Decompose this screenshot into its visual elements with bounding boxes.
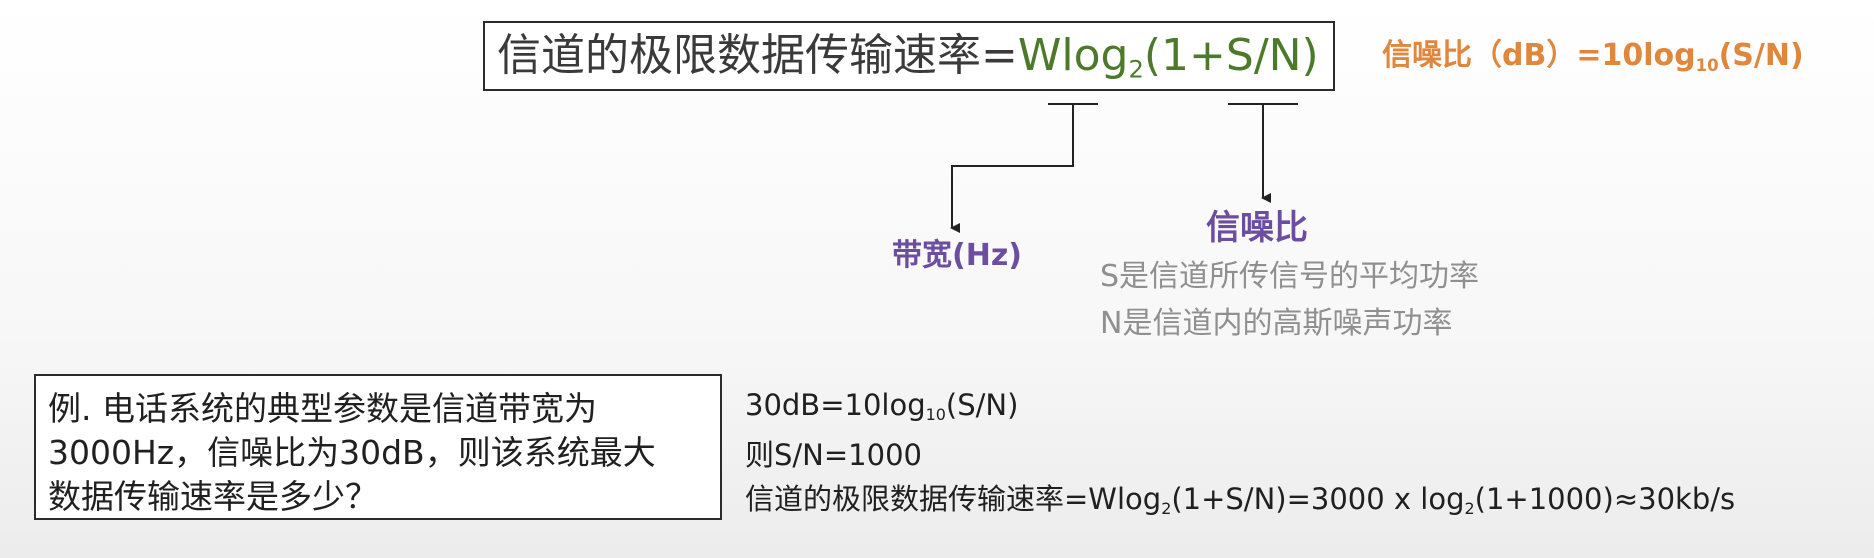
solution-subscript: 2 [1161,498,1172,518]
solution-line-3: 信道的极限数据传输速率=Wlog2(1+S/N)=3000 x log2(1+1… [745,476,1735,518]
solution-text: 30dB=10log [745,388,926,422]
snr-connector [1228,103,1298,203]
solution-text: (S/N) [945,388,1019,422]
solution-line-2: 则S/N=1000 [745,438,922,472]
noise-power-description: N是信道内的高斯噪声功率 [1100,306,1453,341]
example-question-line: 3000Hz，信噪比为30dB，则该系统最大 [48,433,656,472]
signal-power-description: S是信道所传信号的平均功率 [1100,259,1480,294]
example-question-line: 例. 电话系统的典型参数是信道带宽为 [48,389,597,428]
solution-subscript: 2 [1464,498,1475,518]
solution-text: 信道的极限数据传输速率=Wlog [745,482,1162,516]
example-question-line: 数据传输速率是多少？ [48,477,378,516]
bandwidth-label: 带宽(Hz) [892,238,1022,273]
bandwidth-connector [950,103,1098,233]
solution-line-1: 30dB=10log10(S/N) [745,388,1018,424]
solution-subscript: 10 [925,404,946,424]
snr-label: 信噪比 [1206,208,1308,248]
solution-text: (1+S/N)=3000 x log [1171,482,1465,516]
solution-text: (1+1000)≈30kb/s [1474,482,1736,516]
